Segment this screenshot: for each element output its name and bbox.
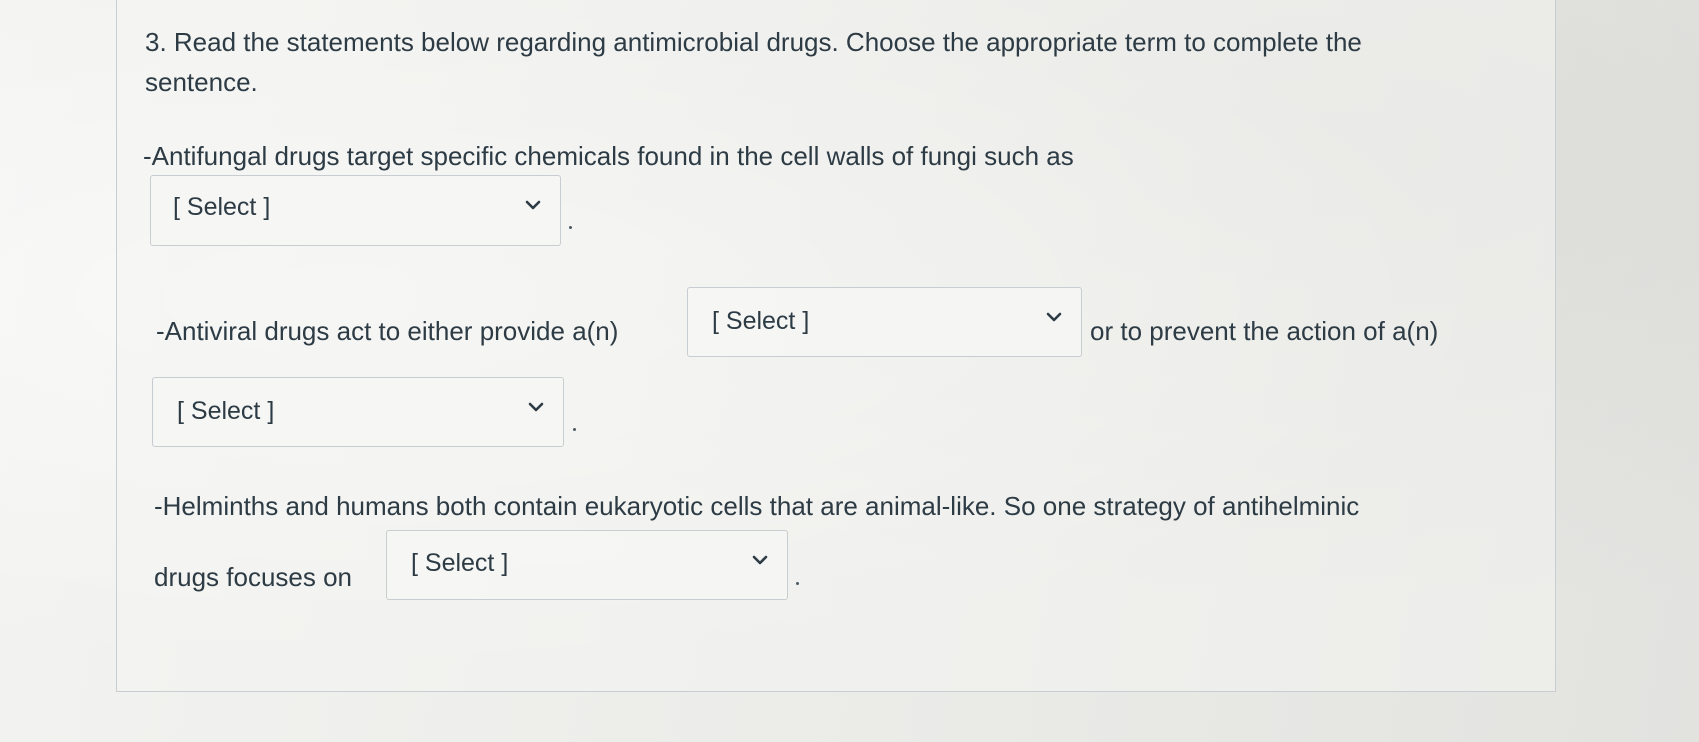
chevron-down-icon xyxy=(525,200,541,210)
period-mark xyxy=(796,582,799,585)
chevron-down-icon xyxy=(1046,312,1062,322)
antiviral-statement-end: or to prevent the action of a(n) xyxy=(1090,316,1439,346)
antiviral-prevent-select-label: [ Select ] xyxy=(177,397,275,425)
antiviral-provide-select-label: [ Select ] xyxy=(712,307,810,335)
chevron-down-icon xyxy=(528,402,544,412)
period-mark xyxy=(569,226,572,229)
antiviral-provide-select[interactable]: [ Select ] xyxy=(687,287,1082,357)
question-title-line2: sentence. xyxy=(145,67,258,97)
chevron-down-icon xyxy=(752,555,768,565)
antiviral-statement-start: -Antiviral drugs act to either provide a… xyxy=(156,316,619,346)
antihelminthic-select-label: [ Select ] xyxy=(411,549,509,577)
helminth-statement-line1: -Helminths and humans both contain eukar… xyxy=(154,491,1360,521)
antifungal-select-label: [ Select ] xyxy=(173,193,271,221)
antiviral-prevent-select[interactable]: [ Select ] xyxy=(152,377,564,447)
antifungal-select[interactable]: [ Select ] xyxy=(150,175,561,246)
period-mark xyxy=(573,428,576,431)
antifungal-statement: -Antifungal drugs target specific chemic… xyxy=(143,141,1074,171)
question-title-line1: 3. Read the statements below regarding a… xyxy=(145,27,1362,57)
helminth-statement-line2: drugs focuses on xyxy=(154,562,353,592)
antihelminthic-select[interactable]: [ Select ] xyxy=(386,530,788,600)
